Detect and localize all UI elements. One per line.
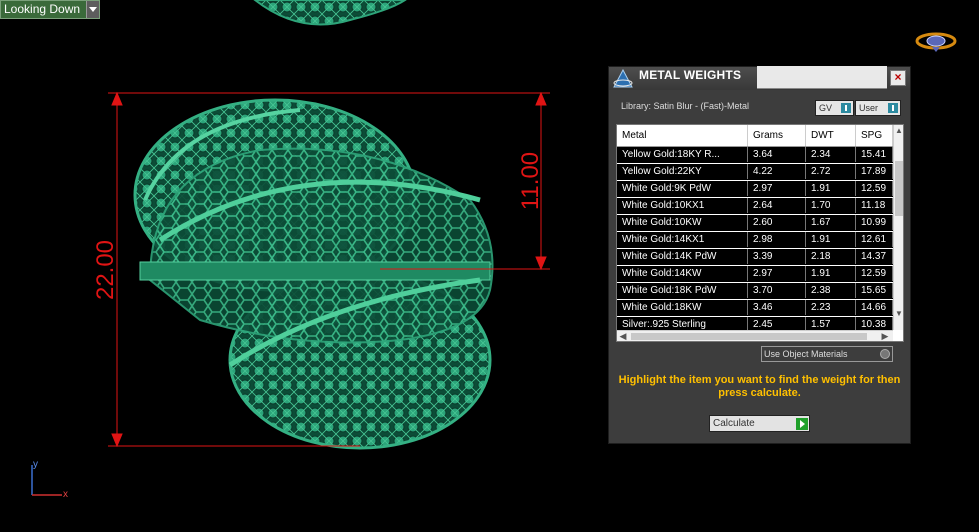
viewport-label[interactable]: Looking Down: [0, 0, 101, 19]
cell-spg: 11.18: [856, 198, 893, 213]
cell-grams: 3.39: [748, 249, 806, 264]
table-row[interactable]: Yellow Gold:18KY R... 3.64 2.34 15.41: [617, 147, 893, 164]
scroll-right-icon[interactable]: ▶: [879, 331, 891, 341]
cell-dwt: 1.67: [806, 215, 856, 230]
cell-dwt: 2.72: [806, 164, 856, 179]
cell-metal: White Gold:14KX1: [617, 232, 748, 247]
viewport-label-text: Looking Down: [4, 2, 81, 16]
library-label: Library: Satin Blur - (Fast)-Metal: [621, 101, 750, 111]
dimension-partial-label: 11.00: [517, 152, 544, 210]
table-row[interactable]: White Gold:9K PdW 2.97 1.91 12.59: [617, 181, 893, 198]
panel-title-strip: [757, 66, 887, 89]
cell-spg: 12.59: [856, 266, 893, 281]
vertical-scroll-thumb[interactable]: [895, 161, 903, 216]
table-body: Yellow Gold:18KY R... 3.64 2.34 15.41 Yello…: [617, 147, 893, 334]
cell-dwt: 2.18: [806, 249, 856, 264]
toggle-indicator-icon: [880, 349, 890, 359]
cell-spg: 12.61: [856, 232, 893, 247]
dimension-total-label: 22.00: [92, 240, 119, 300]
cell-grams: 2.97: [748, 181, 806, 196]
user-button-label: User: [859, 103, 879, 113]
cell-metal: White Gold:14K PdW: [617, 249, 748, 264]
cell-dwt: 1.91: [806, 266, 856, 281]
cell-dwt: 2.38: [806, 283, 856, 298]
user-button[interactable]: User: [855, 100, 901, 116]
partial-ring-top: [253, 0, 407, 26]
cell-metal: White Gold:18K PdW: [617, 283, 748, 298]
scroll-up-icon[interactable]: ▲: [894, 125, 903, 137]
cell-dwt: 1.91: [806, 232, 856, 247]
viewport-menu-chevron-down-icon[interactable]: [86, 1, 100, 18]
panel-titlebar[interactable]: METAL WEIGHTS ×: [609, 66, 910, 90]
cell-metal: White Gold:10KW: [617, 215, 748, 230]
cell-spg: 17.89: [856, 164, 893, 179]
scroll-left-icon[interactable]: ◀: [617, 331, 629, 341]
calculate-button-label: Calculate: [713, 418, 755, 429]
metal-table[interactable]: Metal Grams DWT SPG Yellow Gold:18KY R..…: [616, 124, 904, 342]
cell-spg: 15.41: [856, 147, 893, 162]
table-row[interactable]: White Gold:10KW 2.60 1.67 10.99: [617, 215, 893, 232]
axis-x-label: x: [63, 489, 68, 500]
table-row[interactable]: White Gold:14KW 2.97 1.91 12.59: [617, 266, 893, 283]
cell-grams: 4.22: [748, 164, 806, 179]
column-header-metal[interactable]: Metal: [617, 125, 748, 146]
cell-spg: 12.59: [856, 181, 893, 196]
column-header-spg[interactable]: SPG: [856, 125, 893, 146]
axis-y-label: y: [33, 459, 38, 470]
table-row[interactable]: Yellow Gold:22KY 4.22 2.72 17.89: [617, 164, 893, 181]
column-header-grams[interactable]: Grams: [748, 125, 806, 146]
gv-button[interactable]: GV: [815, 100, 854, 116]
metal-weights-panel: METAL WEIGHTS × Library: Satin Blur - (F…: [608, 66, 911, 444]
panel-title: METAL WEIGHTS: [639, 68, 742, 82]
instruction-text: Highlight the item you want to find the …: [618, 374, 901, 399]
cell-spg: 10.99: [856, 215, 893, 230]
table-row[interactable]: White Gold:14K PdW 3.39 2.18 14.37: [617, 249, 893, 266]
cell-dwt: 2.34: [806, 147, 856, 162]
cell-dwt: 1.91: [806, 181, 856, 196]
app-logo-icon: [613, 68, 633, 88]
use-object-materials-label: Use Object Materials: [764, 349, 848, 359]
navigation-cube-icon[interactable]: [915, 31, 957, 53]
horizontal-scroll-thumb[interactable]: [631, 333, 867, 340]
cell-grams: 3.46: [748, 300, 806, 315]
cell-spg: 15.65: [856, 283, 893, 298]
cell-grams: 3.70: [748, 283, 806, 298]
user-toggle-icon: [888, 103, 898, 113]
cell-grams: 2.97: [748, 266, 806, 281]
cell-metal: Yellow Gold:22KY: [617, 164, 748, 179]
cell-metal: White Gold:10KX1: [617, 198, 748, 213]
table-row[interactable]: White Gold:10KX1 2.64 1.70 11.18: [617, 198, 893, 215]
ring-model: [133, 98, 494, 450]
axis-gizmo-icon: y x: [31, 459, 68, 500]
cell-spg: 14.66: [856, 300, 893, 315]
gv-button-label: GV: [819, 103, 833, 113]
table-row[interactable]: White Gold:14KX1 2.98 1.91 12.61: [617, 232, 893, 249]
cell-metal: White Gold:9K PdW: [617, 181, 748, 196]
table-header: Metal Grams DWT SPG: [617, 125, 893, 147]
use-object-materials-toggle[interactable]: Use Object Materials: [761, 346, 893, 362]
cell-metal: Yellow Gold:18KY R...: [617, 147, 748, 162]
play-arrow-icon: [796, 417, 808, 430]
cell-grams: 2.98: [748, 232, 806, 247]
cell-spg: 14.37: [856, 249, 893, 264]
cell-dwt: 2.23: [806, 300, 856, 315]
vertical-scrollbar[interactable]: ▲ ▼: [893, 125, 903, 330]
cell-metal: White Gold:18KW: [617, 300, 748, 315]
cell-grams: 3.64: [748, 147, 806, 162]
scroll-down-icon[interactable]: ▼: [894, 308, 903, 320]
cell-grams: 2.64: [748, 198, 806, 213]
table-row[interactable]: White Gold:18K PdW 3.70 2.38 15.65: [617, 283, 893, 300]
calculate-button[interactable]: Calculate: [709, 415, 810, 432]
table-row[interactable]: White Gold:18KW 3.46 2.23 14.66: [617, 300, 893, 317]
gv-toggle-icon: [841, 103, 851, 113]
horizontal-scrollbar[interactable]: ◀ ▶: [617, 330, 893, 341]
cell-metal: White Gold:14KW: [617, 266, 748, 281]
cell-grams: 2.60: [748, 215, 806, 230]
column-header-dwt[interactable]: DWT: [806, 125, 856, 146]
cell-dwt: 1.70: [806, 198, 856, 213]
close-button[interactable]: ×: [890, 70, 906, 86]
